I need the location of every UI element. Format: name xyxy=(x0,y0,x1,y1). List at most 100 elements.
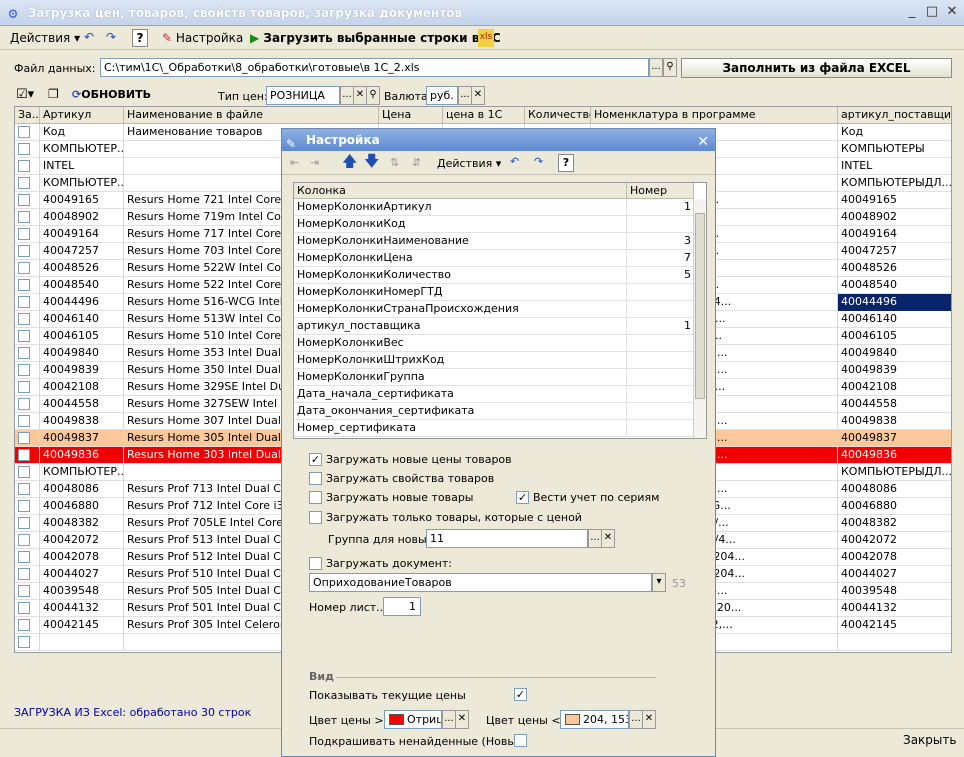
price-type-input[interactable]: РОЗНИЦА xyxy=(266,86,340,105)
price-type-clear-button[interactable]: ✕ xyxy=(353,86,367,105)
doc-type-dropdown-icon[interactable]: ▾ xyxy=(652,573,666,592)
cell-sup[interactable]: 40048902 xyxy=(838,209,951,226)
row-load-cell[interactable] xyxy=(15,345,40,362)
row-checkbox[interactable] xyxy=(18,364,30,376)
cell-art[interactable]: 40046880 xyxy=(40,498,124,515)
row-load-cell[interactable] xyxy=(15,141,40,158)
row-checkbox[interactable] xyxy=(18,296,30,308)
row-load-cell[interactable] xyxy=(15,634,40,651)
cell-art[interactable]: 40042145 xyxy=(40,617,124,634)
list-item[interactable]: НомерКолонкиСтранаПроисхождения xyxy=(294,301,694,318)
col-header-load[interactable]: За... xyxy=(15,107,40,124)
cell-sup[interactable]: 40049164 xyxy=(838,226,951,243)
row-load-cell[interactable] xyxy=(15,362,40,379)
column-number-cell[interactable] xyxy=(627,352,694,369)
cell-sup[interactable]: 40042108 xyxy=(838,379,951,396)
list-item[interactable]: НомерКолонкиНаименование 3 xyxy=(294,233,694,250)
column-number-cell[interactable]: 1 xyxy=(627,199,694,216)
cell-art[interactable]: 40046140 xyxy=(40,311,124,328)
list-item[interactable]: НомерКолонкиВес xyxy=(294,335,694,352)
row-load-cell[interactable] xyxy=(15,175,40,192)
list-item[interactable]: НомерКолонкиНомерГТД xyxy=(294,284,694,301)
cell-sup[interactable]: 40048526 xyxy=(838,260,951,277)
close-button[interactable]: Закрыть xyxy=(903,733,956,747)
cell-sup[interactable]: 40042072 xyxy=(838,532,951,549)
row-load-cell[interactable] xyxy=(15,413,40,430)
column-number-cell[interactable] xyxy=(627,386,694,403)
price-type-select-button[interactable]: ... xyxy=(340,86,354,105)
redo-icon[interactable]: ↷ xyxy=(106,29,116,47)
col-header-column[interactable]: Колонка xyxy=(294,183,627,199)
row-checkbox[interactable] xyxy=(18,398,30,410)
row-load-cell[interactable] xyxy=(15,583,40,600)
cell-art[interactable]: 40047257 xyxy=(40,243,124,260)
row-load-cell[interactable] xyxy=(15,464,40,481)
list-item[interactable]: НомерКолонкиКод xyxy=(294,216,694,233)
cell-sup[interactable]: 40048086 xyxy=(838,481,951,498)
row-checkbox[interactable] xyxy=(18,449,30,461)
row-checkbox[interactable] xyxy=(18,279,30,291)
column-number-cell[interactable] xyxy=(627,284,694,301)
cell-art[interactable]: КОМПЬЮТЕР... xyxy=(40,464,124,481)
cell-art[interactable]: 40048382 xyxy=(40,515,124,532)
col-header-nomenclature[interactable]: Номенклатура в программе xyxy=(591,107,838,124)
row-checkbox[interactable] xyxy=(18,313,30,325)
cell-sup[interactable]: 40049839 xyxy=(838,362,951,379)
help-icon[interactable]: ? xyxy=(132,29,148,47)
row-checkbox[interactable] xyxy=(18,568,30,580)
dialog-undo-icon[interactable]: ↶ xyxy=(510,154,519,170)
props-checkbox[interactable] xyxy=(309,472,322,485)
price-color-clear-button[interactable]: ✕ xyxy=(455,710,469,729)
cell-sup[interactable]: 40048540 xyxy=(838,277,951,294)
row-load-cell[interactable] xyxy=(15,209,40,226)
row-checkbox[interactable] xyxy=(18,585,30,597)
cell-sup[interactable]: КОМПЬЮТЕРЫДЛ... xyxy=(838,464,951,481)
column-number-cell[interactable] xyxy=(627,301,694,318)
maximize-button[interactable]: □ xyxy=(924,5,940,21)
cell-art[interactable]: 40048540 xyxy=(40,277,124,294)
price-color2-clear-button[interactable]: ✕ xyxy=(642,710,656,729)
price-color-select-button[interactable]: ... xyxy=(442,710,456,729)
row-load-cell[interactable] xyxy=(15,124,40,141)
col-header-supplier-article[interactable]: артикул_поставщика xyxy=(838,107,951,124)
cell-art[interactable]: 40046105 xyxy=(40,328,124,345)
refresh-button[interactable]: ⟳ОБНОВИТЬ xyxy=(72,88,151,101)
row-checkbox[interactable] xyxy=(18,381,30,393)
dialog-help-icon[interactable]: ? xyxy=(558,154,574,172)
list-item[interactable]: НомерКолонкиКоличество 5 xyxy=(294,267,694,284)
cell-sup[interactable]: 40044496 xyxy=(838,294,951,311)
row-load-cell[interactable] xyxy=(15,328,40,345)
cell-art[interactable]: КОМПЬЮТЕР... xyxy=(40,141,124,158)
col-header-article[interactable]: Артикул xyxy=(40,107,124,124)
series-checkbox[interactable]: ✓ xyxy=(516,491,529,504)
cell-sup[interactable]: 40049165 xyxy=(838,192,951,209)
cell-art[interactable] xyxy=(40,634,124,651)
columns-table[interactable]: Колонка Номер НомерКолонкиАртикул 1 НомерК… xyxy=(293,182,707,439)
row-load-cell[interactable] xyxy=(15,379,40,396)
price-color-input[interactable]: Отриц xyxy=(384,710,442,729)
row-load-cell[interactable] xyxy=(15,549,40,566)
check-all-icon[interactable]: ☑▾ xyxy=(16,87,34,102)
row-checkbox[interactable] xyxy=(18,415,30,427)
cell-sup[interactable]: 40049836 xyxy=(838,447,951,464)
row-load-cell[interactable] xyxy=(15,532,40,549)
currency-clear-button[interactable]: ✕ xyxy=(471,86,485,105)
file-browse-button[interactable]: ... xyxy=(649,58,663,77)
row-load-cell[interactable] xyxy=(15,430,40,447)
cell-art[interactable]: 40049837 xyxy=(40,430,124,447)
row-checkbox[interactable] xyxy=(18,330,30,342)
row-checkbox[interactable] xyxy=(18,432,30,444)
cell-art[interactable]: 40049836 xyxy=(40,447,124,464)
cell-art[interactable]: 40049164 xyxy=(40,226,124,243)
cell-art[interactable]: INTEL xyxy=(40,158,124,175)
paint-checkbox[interactable] xyxy=(514,734,527,747)
currency-input[interactable]: руб. xyxy=(426,86,458,105)
row-load-cell[interactable] xyxy=(15,294,40,311)
row-checkbox[interactable] xyxy=(18,194,30,206)
cell-art[interactable]: 40042108 xyxy=(40,379,124,396)
row-load-cell[interactable] xyxy=(15,600,40,617)
list-item[interactable]: Номер_сертификата xyxy=(294,420,694,437)
row-checkbox[interactable] xyxy=(18,636,30,648)
row-checkbox[interactable] xyxy=(18,466,30,478)
group-select-button[interactable]: ... xyxy=(588,529,602,548)
